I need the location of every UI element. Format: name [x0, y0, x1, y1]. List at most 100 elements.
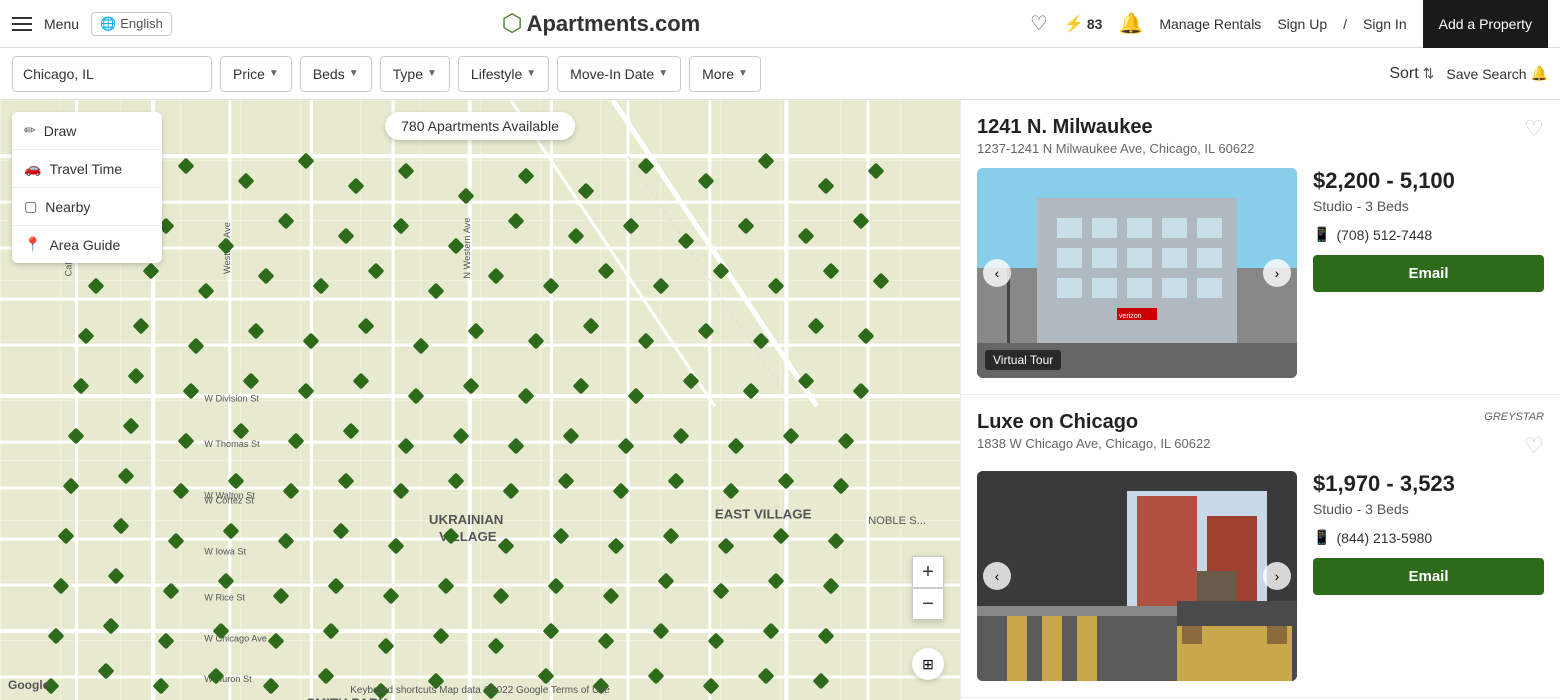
image-next-button-1[interactable]: ›: [1263, 259, 1291, 287]
map-pin[interactable]: [745, 385, 759, 403]
manage-rentals-link[interactable]: Manage Rentals: [1159, 16, 1261, 32]
map-pin[interactable]: [335, 525, 349, 543]
listing-image-1[interactable]: verizon Virtual Tour ‹ ›: [977, 168, 1297, 378]
map-pin[interactable]: [115, 520, 129, 538]
email-button-2[interactable]: Email: [1313, 558, 1544, 595]
flash-count[interactable]: ⚡ 83: [1064, 14, 1103, 34]
map-pin[interactable]: [130, 370, 144, 388]
map-pin[interactable]: [840, 435, 854, 453]
map-pin[interactable]: [340, 230, 354, 248]
map-pin[interactable]: [820, 630, 834, 648]
map-pin[interactable]: [600, 265, 614, 283]
map-pin[interactable]: [785, 430, 799, 448]
map-pin[interactable]: [280, 535, 294, 553]
map-pin[interactable]: [380, 640, 394, 658]
listing-phone-2[interactable]: 📱 (844) 213-5980: [1313, 529, 1544, 546]
map-pin[interactable]: [50, 630, 64, 648]
map-pin[interactable]: [305, 335, 319, 353]
map-pin[interactable]: [715, 585, 729, 603]
map-pin[interactable]: [180, 435, 194, 453]
sort-button[interactable]: Sort ⇅: [1389, 65, 1434, 83]
logo-text[interactable]: Apartments.com: [527, 11, 701, 37]
map-pin[interactable]: [65, 480, 79, 498]
map-pin[interactable]: [215, 625, 229, 643]
map-pin[interactable]: [555, 530, 569, 548]
map-pin[interactable]: [700, 175, 714, 193]
image-prev-button-1[interactable]: ‹: [983, 259, 1011, 287]
type-filter-button[interactable]: Type ▼: [380, 56, 450, 92]
map-pin[interactable]: [835, 480, 849, 498]
map-pin[interactable]: [395, 220, 409, 238]
map-pin[interactable]: [640, 160, 654, 178]
language-button[interactable]: 🌐 English: [91, 12, 172, 36]
map-pin[interactable]: [520, 170, 534, 188]
map-pin[interactable]: [490, 640, 504, 658]
map-pin[interactable]: [860, 330, 874, 348]
map-pin[interactable]: [725, 485, 739, 503]
map-pin[interactable]: [135, 320, 149, 338]
virtual-tour-badge-1[interactable]: Virtual Tour: [985, 350, 1061, 370]
map-pin[interactable]: [610, 540, 624, 558]
map-pin[interactable]: [550, 580, 564, 598]
map-pin[interactable]: [400, 165, 414, 183]
map-pin[interactable]: [730, 440, 744, 458]
map-pin[interactable]: [230, 475, 244, 493]
map-pin[interactable]: [510, 440, 524, 458]
map-pin[interactable]: [455, 430, 469, 448]
map-pin[interactable]: [560, 475, 574, 493]
map-pin[interactable]: [435, 630, 449, 648]
map-pin[interactable]: [685, 375, 699, 393]
map-pin[interactable]: [410, 390, 424, 408]
map-pin[interactable]: [210, 670, 224, 688]
map-pin[interactable]: [450, 475, 464, 493]
more-filter-button[interactable]: More ▼: [689, 56, 761, 92]
map-pin[interactable]: [160, 635, 174, 653]
map-pin[interactable]: [855, 215, 869, 233]
zoom-out-button[interactable]: −: [912, 588, 944, 620]
map-pin[interactable]: [470, 325, 484, 343]
map-pin[interactable]: [460, 190, 474, 208]
map-pin[interactable]: [530, 335, 544, 353]
hamburger-menu[interactable]: [12, 17, 32, 31]
favorite-button-2[interactable]: ♡: [1524, 433, 1544, 459]
map-pin[interactable]: [640, 335, 654, 353]
map-pin[interactable]: [280, 215, 294, 233]
travel-time-tool-button[interactable]: 🚗 Travel Time: [12, 150, 162, 188]
map-pin[interactable]: [105, 620, 119, 638]
map-pin[interactable]: [655, 280, 669, 298]
map-pin[interactable]: [770, 575, 784, 593]
map-pin[interactable]: [170, 535, 184, 553]
map-pin[interactable]: [800, 375, 814, 393]
map-pin[interactable]: [775, 530, 789, 548]
draw-tool-button[interactable]: ✏ Draw: [12, 112, 162, 150]
map-pin[interactable]: [600, 635, 614, 653]
map-pin[interactable]: [670, 475, 684, 493]
image-next-button-2[interactable]: ›: [1263, 562, 1291, 590]
map-pin[interactable]: [580, 185, 594, 203]
map-pin[interactable]: [315, 280, 329, 298]
map-pin[interactable]: [285, 485, 299, 503]
map-pin[interactable]: [770, 280, 784, 298]
map-pin[interactable]: [490, 270, 504, 288]
map-pin[interactable]: [345, 425, 359, 443]
map-pin[interactable]: [145, 265, 159, 283]
map-pin[interactable]: [350, 180, 364, 198]
map-pin[interactable]: [190, 340, 204, 358]
map-pin[interactable]: [680, 235, 694, 253]
map-pin[interactable]: [760, 670, 774, 688]
map-pin[interactable]: [830, 535, 844, 553]
map-pin[interactable]: [185, 385, 199, 403]
map-pin[interactable]: [800, 230, 814, 248]
map-pin[interactable]: [825, 265, 839, 283]
map-pin[interactable]: [715, 265, 729, 283]
map-pin[interactable]: [510, 215, 524, 233]
map-pin[interactable]: [270, 635, 284, 653]
map-pin[interactable]: [740, 220, 754, 238]
map-pin[interactable]: [100, 665, 114, 683]
listing-phone-1[interactable]: 📱 (708) 512-7448: [1313, 226, 1544, 243]
map-pin[interactable]: [675, 430, 689, 448]
map-pin[interactable]: [120, 470, 134, 488]
map-pin[interactable]: [765, 625, 779, 643]
listing-image-2[interactable]: ‹ ›: [977, 471, 1297, 681]
map-pin[interactable]: [710, 635, 724, 653]
